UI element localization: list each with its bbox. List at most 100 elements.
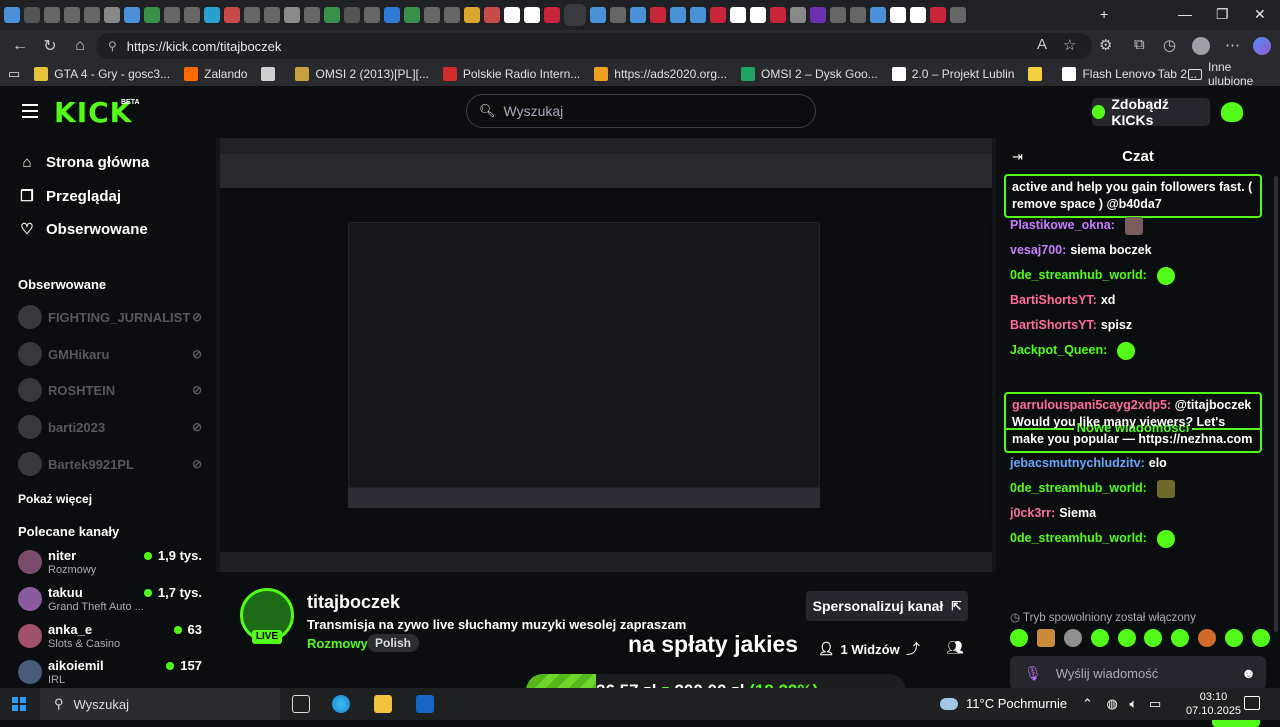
chat-username[interactable]: BartiShortsYT: — [1010, 293, 1097, 307]
followed-channel[interactable]: barti2023 ⊘ — [18, 415, 206, 439]
chat-username[interactable]: j0ck3rr: — [1010, 506, 1055, 520]
copilot-icon[interactable] — [1253, 37, 1271, 55]
taskbar-clock[interactable]: 03:10 07.10.2025 — [1186, 690, 1241, 718]
browser-tab[interactable] — [344, 7, 360, 23]
browser-tab[interactable] — [224, 7, 240, 23]
nav-following[interactable]: ♡ Obserwowane — [18, 220, 147, 239]
browser-tab[interactable] — [184, 7, 200, 23]
emote-icon[interactable] — [1251, 629, 1270, 647]
bookmarks-overflow-icon[interactable]: › — [1152, 67, 1156, 81]
browser-tab[interactable] — [44, 7, 60, 23]
outlook-icon[interactable] — [416, 695, 434, 713]
browser-tab[interactable] — [870, 7, 886, 23]
emote-icon[interactable] — [1010, 629, 1028, 647]
emote-icon[interactable] — [1225, 629, 1243, 647]
bookmark-item[interactable]: 2.0 – Projekt Lublin — [891, 67, 1014, 81]
browser-tab[interactable] — [590, 7, 606, 23]
chat-username[interactable]: garrulouspani5cayg2xdp5: — [1012, 398, 1171, 412]
emote-icon[interactable] — [1090, 629, 1109, 647]
show-more-link[interactable]: Pokaż więcej — [18, 492, 92, 506]
browser-tab[interactable] — [244, 7, 260, 23]
browser-tab[interactable] — [730, 7, 746, 23]
file-explorer-icon[interactable] — [374, 695, 392, 713]
search-input[interactable]: 🔍︎ Wyszukaj — [466, 94, 816, 128]
nav-home[interactable]: ⌂ Strona główna — [18, 154, 149, 171]
follow-user-icon[interactable]: 👥︎ — [946, 639, 964, 656]
microphone-icon[interactable]: 🎙︎ — [1024, 665, 1042, 682]
emoji-picker-icon[interactable]: ☻ — [1241, 665, 1256, 681]
followed-channel[interactable]: FIGHTING_JURNALIST ⊘ — [18, 305, 206, 329]
followed-channel[interactable]: Bartek9921PL ⊘ — [18, 452, 206, 476]
recommended-channel[interactable]: anka_e Slots & Casino 63 — [18, 622, 206, 654]
bookmark-item[interactable]: Flash Lenovo Tab 2... — [1062, 67, 1197, 81]
notifications-icon[interactable] — [1244, 696, 1260, 710]
network-icon[interactable]: ◍ — [1107, 696, 1118, 711]
emote-icon[interactable] — [1036, 629, 1055, 647]
bookmark-item[interactable] — [261, 67, 281, 81]
chat-input[interactable]: 🎙︎ Wyślij wiadomość ☻ — [1010, 656, 1266, 690]
browser-tab[interactable] — [464, 7, 480, 23]
chat-username[interactable]: 0de_streamhub_world: — [1010, 268, 1147, 282]
new-tab-icon[interactable]: + — [1100, 6, 1108, 22]
customize-channel-button[interactable]: Spersonalizuj kanał ⇱ — [806, 591, 968, 621]
bookmark-item[interactable]: OMSI 2 – Dysk Goo... — [741, 67, 878, 81]
browser-tab[interactable] — [670, 7, 686, 23]
browser-tab[interactable] — [284, 7, 300, 23]
browser-tab[interactable] — [304, 7, 320, 23]
browser-tab[interactable] — [930, 7, 946, 23]
recommended-channel[interactable]: niter Rozmowy 1,9 tys. — [18, 548, 206, 580]
emote-icon[interactable] — [1198, 629, 1217, 647]
favorite-star-icon[interactable]: ☆ — [1063, 36, 1076, 54]
browser-tab[interactable] — [544, 7, 560, 23]
weather-widget[interactable]: 11°C Pochmurnie — [940, 696, 1067, 711]
emote-icon[interactable] — [1063, 629, 1082, 647]
home-icon[interactable]: ⌂ — [70, 37, 90, 55]
browser-tab[interactable] — [484, 7, 500, 23]
history-icon[interactable]: ◷ — [1163, 36, 1176, 54]
emote-icon[interactable] — [1117, 629, 1136, 647]
browser-tab[interactable] — [204, 7, 220, 23]
browser-tab[interactable] — [364, 7, 380, 23]
browser-tab[interactable] — [890, 7, 906, 23]
close-window-icon[interactable]: ✕ — [1254, 6, 1266, 23]
bookmark-item[interactable]: OMSI 2 (2013)[PL][... — [295, 67, 429, 81]
chat-username[interactable]: 0de_streamhub_world: — [1010, 531, 1147, 545]
edge-icon[interactable] — [332, 695, 350, 713]
chat-username[interactable]: Jackpot_Queen: — [1010, 343, 1107, 357]
get-kicks-button[interactable]: Zdobądź KICKs — [1092, 96, 1210, 128]
browser-tab[interactable] — [4, 7, 20, 23]
browser-tab[interactable] — [910, 7, 926, 23]
followed-channel[interactable]: ROSHTEIN ⊘ — [18, 378, 206, 402]
stream-tag[interactable]: Polish — [367, 634, 420, 652]
share-icon[interactable]: ⤴ — [906, 639, 920, 659]
browser-tab[interactable] — [424, 7, 440, 23]
menu-icon[interactable] — [22, 104, 38, 118]
active-tab[interactable] — [564, 4, 586, 26]
browser-tab[interactable] — [264, 7, 280, 23]
chat-username[interactable]: Plastikowe_okna: — [1010, 218, 1115, 232]
chat-username[interactable]: vesaj700: — [1010, 243, 1066, 257]
tray-overflow-icon[interactable]: ⌃ — [1082, 696, 1093, 711]
browser-tab[interactable] — [750, 7, 766, 23]
nav-browse[interactable]: ❒ Przeglądaj — [18, 187, 121, 206]
minimize-icon[interactable]: — — [1178, 6, 1192, 22]
bookmark-item[interactable]: GTA 4 - Gry - gosc3... — [34, 67, 170, 81]
browser-tab[interactable] — [164, 7, 180, 23]
bookmark-item[interactable]: Polskie Radio Intern... — [442, 67, 580, 81]
more-menu-icon[interactable]: ⋯ — [1225, 36, 1240, 54]
task-view-icon[interactable] — [292, 695, 310, 713]
battery-icon[interactable]: ▭ — [1149, 696, 1161, 711]
streamer-name[interactable]: titajboczek — [307, 592, 400, 613]
browser-tab[interactable] — [124, 7, 140, 23]
bookmark-item[interactable]: Zalando — [184, 67, 247, 81]
volume-icon[interactable]: 🔈︎ — [1130, 696, 1138, 711]
browser-tab[interactable] — [144, 7, 160, 23]
browser-tab[interactable] — [504, 7, 520, 23]
extensions-icon[interactable]: ⚙ — [1099, 36, 1112, 54]
browser-tab[interactable] — [650, 7, 666, 23]
browser-tab[interactable] — [770, 7, 786, 23]
video-player[interactable] — [216, 138, 996, 572]
site-info-icon[interactable]: ⚲ — [108, 39, 117, 53]
bookmark-item[interactable] — [1028, 67, 1048, 81]
browser-tab[interactable] — [850, 7, 866, 23]
